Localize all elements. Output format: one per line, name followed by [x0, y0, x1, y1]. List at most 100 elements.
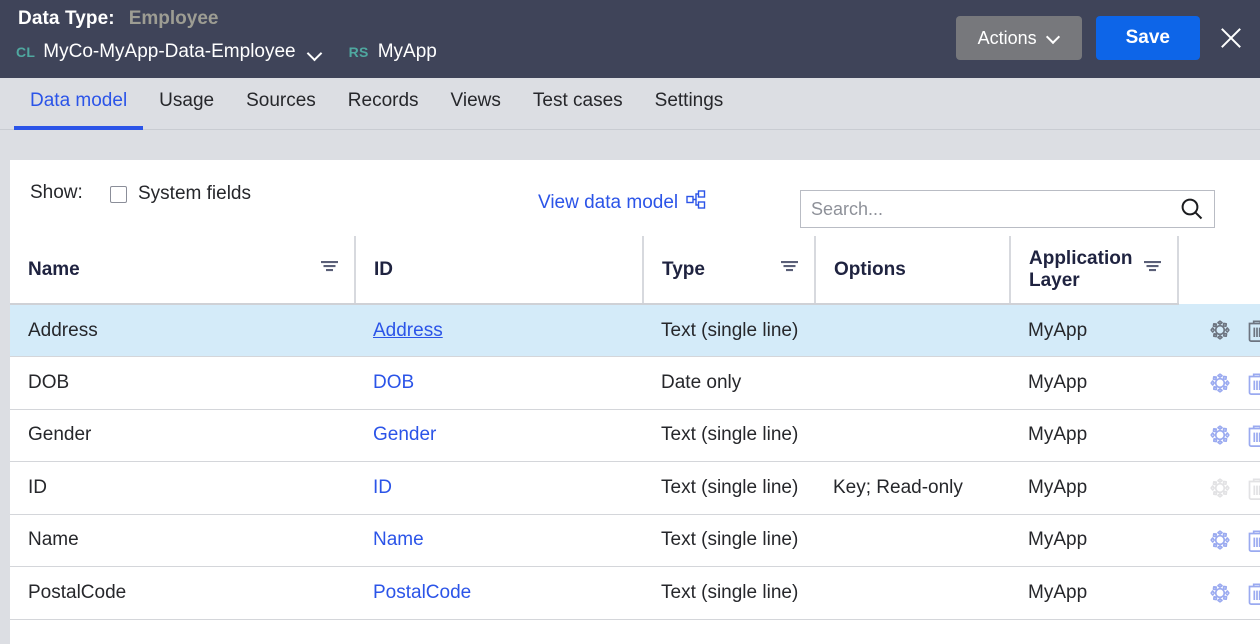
table-row[interactable]: PostalCode PostalCode Text (single line) My…	[10, 566, 1260, 620]
show-label: Show:	[30, 182, 83, 203]
table-row[interactable]: Gender Gender Text (single line) MyApp	[10, 409, 1260, 462]
system-fields-checkbox[interactable]: System fields	[110, 183, 251, 205]
header-title-line: Data Type: Employee	[18, 8, 219, 30]
trash-icon[interactable]	[1244, 526, 1260, 554]
cell-name: PostalCode	[10, 566, 355, 620]
column-header-id[interactable]: ID	[355, 236, 644, 305]
close-icon[interactable]	[1214, 21, 1248, 55]
cell-options	[815, 514, 1010, 567]
cell-options: Key; Read-only	[815, 461, 1010, 515]
cell-type: Date only	[643, 356, 815, 410]
search-input[interactable]	[801, 191, 1170, 227]
column-header-options[interactable]: Options	[815, 236, 1011, 305]
cell-options	[815, 409, 1010, 462]
cell-row-actions	[1178, 514, 1260, 567]
cell-application-layer: MyApp	[1010, 566, 1178, 620]
table-row[interactable]: ID ID Text (single line) Key; Read-only MyAp…	[10, 461, 1260, 515]
cell-id[interactable]: Gender	[355, 409, 643, 462]
tab-settings[interactable]: Settings	[639, 78, 740, 130]
cell-application-layer: MyApp	[1010, 409, 1178, 462]
cell-type: Text (single line)	[643, 514, 815, 567]
actions-button[interactable]: Actions	[955, 16, 1082, 60]
cell-options	[815, 356, 1010, 410]
gear-icon[interactable]	[1206, 369, 1234, 397]
data-model-graph-icon	[686, 190, 706, 216]
cell-application-layer: MyApp	[1010, 356, 1178, 410]
tab-sources[interactable]: Sources	[230, 78, 332, 130]
cell-id[interactable]: Name	[355, 514, 643, 567]
actions-button-label: Actions	[977, 27, 1037, 48]
column-header-id-label: ID	[374, 258, 393, 280]
cell-application-layer: MyApp	[1010, 304, 1178, 357]
table-row[interactable]: DOB DOB Date only MyApp	[10, 356, 1260, 410]
class-badge: CL	[16, 44, 36, 60]
data-model-card: Show: System fields View data model Sear…	[10, 160, 1260, 644]
cell-application-layer: MyApp	[1010, 461, 1178, 515]
gear-icon[interactable]	[1206, 316, 1234, 344]
ruleset-group: RS MyApp	[349, 41, 437, 63]
table-row[interactable]: Name Name Text (single line) MyApp	[10, 514, 1260, 567]
ruleset-badge: RS	[348, 44, 369, 60]
filter-icon[interactable]	[1142, 256, 1163, 283]
gear-icon[interactable]	[1206, 526, 1234, 554]
table-row[interactable]: Address Address Text (single line) MyApp	[10, 304, 1260, 357]
field-id-link[interactable]: Gender	[373, 424, 436, 445]
field-id-link[interactable]: DOB	[373, 372, 414, 393]
class-name[interactable]: MyCo-MyApp-Data-Employee	[43, 41, 295, 63]
search-icon[interactable]	[1170, 191, 1214, 227]
field-id-link[interactable]: Name	[373, 529, 424, 550]
field-id-link[interactable]: PostalCode	[373, 582, 471, 603]
data-type-value: Employee	[128, 8, 219, 29]
trash-icon[interactable]	[1244, 579, 1260, 607]
trash-icon	[1244, 474, 1260, 502]
fields-table: Name ID Type Options Application Layer A…	[10, 236, 1260, 620]
filter-icon[interactable]	[779, 256, 800, 283]
cell-name: Name	[10, 514, 355, 567]
cell-id[interactable]: DOB	[355, 356, 643, 410]
table-header: Name ID Type Options Application Layer	[10, 236, 1260, 305]
column-header-application-layer-label: Application Layer	[1029, 248, 1133, 291]
column-header-name[interactable]: Name	[10, 236, 356, 305]
cell-options	[815, 566, 1010, 620]
header-actions: Actions Save	[955, 16, 1248, 60]
column-header-application-layer[interactable]: Application Layer	[1010, 236, 1179, 305]
trash-icon[interactable]	[1244, 369, 1260, 397]
cell-name: Gender	[10, 409, 355, 462]
trash-icon[interactable]	[1244, 421, 1260, 449]
gear-icon[interactable]	[1206, 579, 1234, 607]
tab-records[interactable]: Records	[332, 78, 435, 130]
cell-name: Address	[10, 304, 355, 357]
cell-row-actions	[1178, 304, 1260, 357]
search-box[interactable]	[800, 190, 1215, 228]
column-header-type[interactable]: Type	[643, 236, 816, 305]
checkbox-box[interactable]	[110, 185, 127, 203]
field-id-link[interactable]: Address	[373, 320, 443, 341]
view-data-model-link[interactable]: View data model	[538, 190, 706, 216]
gear-icon	[1206, 474, 1234, 502]
data-type-label: Data Type:	[18, 8, 115, 29]
tab-views[interactable]: Views	[435, 78, 517, 130]
save-button[interactable]: Save	[1095, 16, 1200, 60]
tab-usage[interactable]: Usage	[143, 78, 230, 130]
trash-icon[interactable]	[1244, 316, 1260, 344]
cell-type: Text (single line)	[643, 304, 815, 357]
cell-id[interactable]: PostalCode	[355, 566, 643, 620]
tab-data-model[interactable]: Data model	[14, 78, 144, 130]
tab-test-cases[interactable]: Test cases	[517, 78, 639, 130]
column-header-actions	[1178, 236, 1260, 304]
filter-icon[interactable]	[319, 256, 340, 283]
field-id-link[interactable]: ID	[373, 477, 392, 498]
cell-type: Text (single line)	[643, 409, 815, 462]
cell-id[interactable]: ID	[355, 461, 643, 515]
table-toolbar: Show: System fields View data model	[10, 160, 1260, 236]
chevron-down-icon[interactable]	[308, 48, 323, 57]
app-header: Data Type: Employee CL MyCo-MyApp-Data-E…	[0, 0, 1260, 78]
cell-row-actions	[1178, 461, 1260, 515]
gear-icon[interactable]	[1206, 421, 1234, 449]
column-header-name-label: Name	[28, 258, 80, 280]
cell-id[interactable]: Address	[355, 304, 643, 357]
column-header-options-label: Options	[834, 258, 906, 280]
cell-options	[815, 304, 1010, 357]
view-data-model-label: View data model	[538, 192, 679, 213]
table-header-row: Name ID Type Options Application Layer	[10, 236, 1260, 305]
